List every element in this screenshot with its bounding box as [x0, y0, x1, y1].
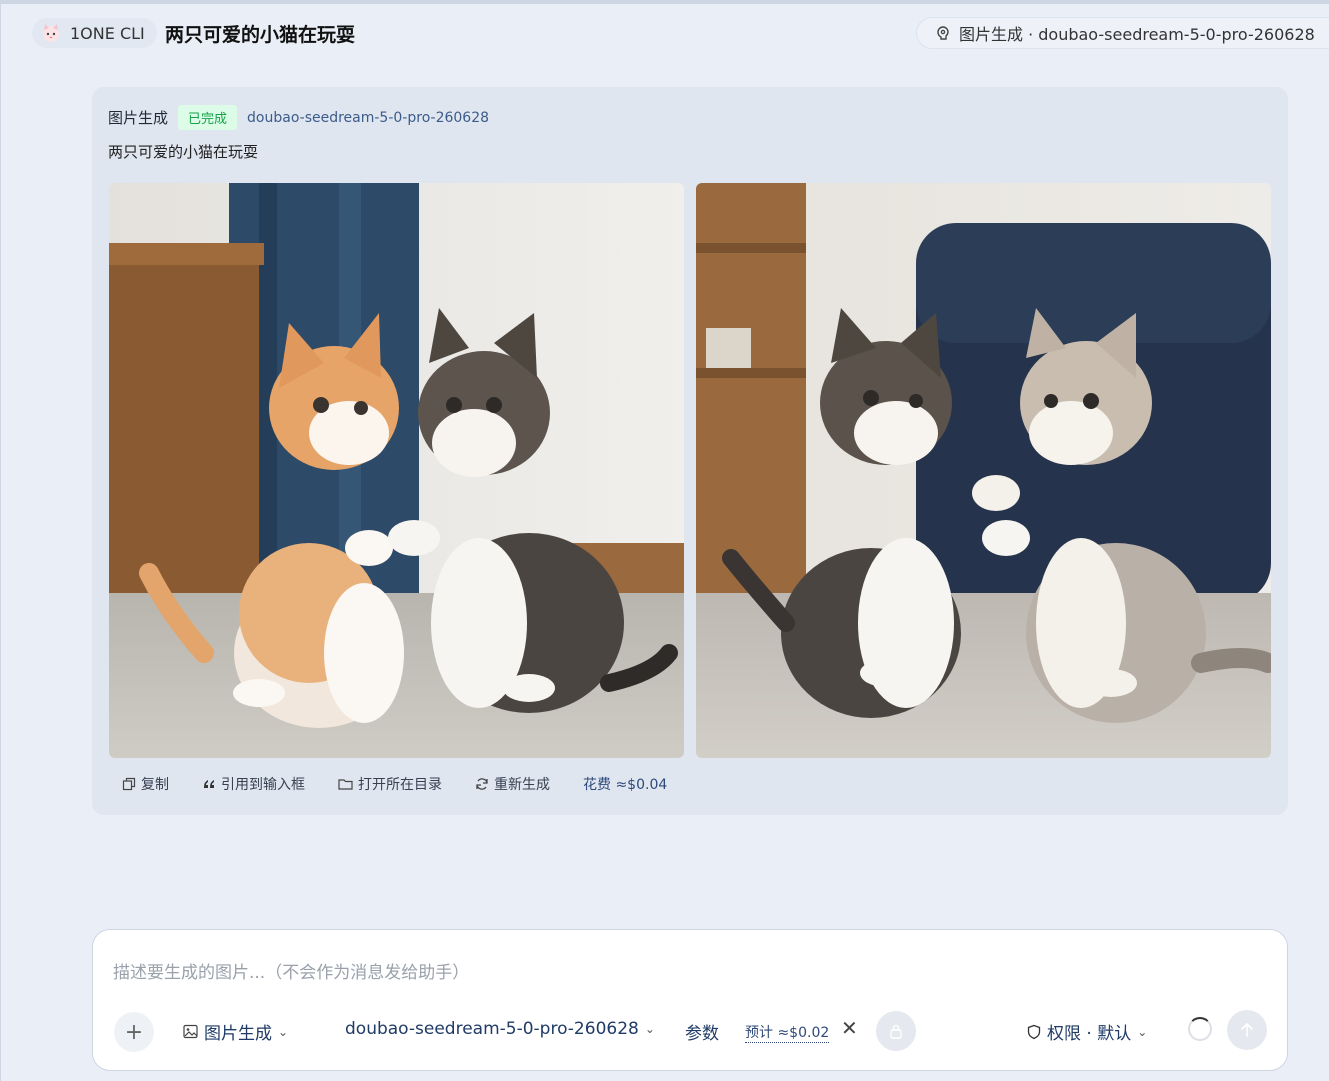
quote-to-input-button[interactable]: 引用到输入框	[202, 774, 305, 794]
open-directory-label: 打开所在目录	[358, 777, 442, 793]
mode-model-selector[interactable]: 图片生成 · doubao-seedream-5-0-pro-260628	[916, 17, 1329, 49]
model-label: doubao-seedream-5-0-pro-260628	[345, 1019, 639, 1039]
generation-type-label: 图片生成	[108, 109, 169, 127]
model-icon	[937, 26, 949, 40]
quote-label: 引用到输入框	[221, 777, 305, 793]
prompt-text: 两只可爱的小猫在玩耍	[108, 143, 259, 161]
lock-button[interactable]	[876, 1011, 916, 1051]
window-top-border	[0, 0, 1329, 4]
cost-label: 花费 ≈$0.04	[583, 777, 668, 793]
prompt-composer[interactable]: 描述要生成的图片...（不会作为消息发给助手） + 图片生成 ⌄ doubao-…	[92, 929, 1288, 1071]
chevron-down-icon: ⌄	[644, 1022, 655, 1036]
mode-label: 图片生成	[204, 1024, 272, 1044]
generated-image-1[interactable]	[109, 183, 684, 758]
generated-image-2[interactable]	[696, 183, 1271, 758]
mode-selector[interactable]: 图片生成 ⌄	[183, 1019, 288, 1044]
permission-label: 权限 · 默认	[1047, 1024, 1132, 1044]
prompt-input[interactable]: 描述要生成的图片...（不会作为消息发给助手）	[113, 958, 469, 983]
clear-estimate-button[interactable]: ✕	[841, 1016, 858, 1040]
permission-selector[interactable]: 权限 · 默认 ⌄	[1027, 1019, 1147, 1044]
regenerate-label: 重新生成	[494, 777, 550, 793]
cat-logo-icon	[43, 24, 59, 42]
chevron-down-icon: ⌄	[1137, 1024, 1148, 1039]
shield-icon	[1027, 1024, 1041, 1039]
add-attachment-button[interactable]: +	[114, 1012, 154, 1052]
send-icon	[1241, 1022, 1253, 1037]
open-directory-button[interactable]: 打开所在目录	[338, 774, 442, 794]
image-icon	[183, 1024, 198, 1039]
refresh-icon	[476, 778, 488, 790]
app-badge[interactable]: 1ONE CLI	[32, 18, 157, 48]
chevron-down-icon: ⌄	[278, 1024, 289, 1039]
regenerate-button[interactable]: 重新生成	[475, 774, 550, 794]
status-badge: 已完成	[178, 105, 238, 130]
spinner-icon	[1188, 1017, 1212, 1041]
copy-icon	[122, 777, 136, 791]
app-name: 1ONE CLI	[70, 23, 145, 43]
model-selector[interactable]: doubao-seedream-5-0-pro-260628 ⌄	[345, 1019, 655, 1039]
result-actions: 复制 引用到输入框 打开所在目录 重新生成 花费 ≈$0.04	[122, 774, 667, 794]
copy-button[interactable]: 复制	[122, 774, 169, 794]
send-button[interactable]	[1227, 1010, 1267, 1050]
folder-icon	[338, 779, 353, 790]
lock-icon	[890, 1024, 902, 1039]
mode-model-label: 图片生成 · doubao-seedream-5-0-pro-260628	[959, 25, 1315, 44]
params-button[interactable]: 参数	[685, 1019, 719, 1044]
window-left-border	[0, 0, 1, 1081]
quote-icon	[204, 780, 214, 788]
card-header: 图片生成 已完成 doubao-seedream-5-0-pro-260628	[108, 105, 489, 130]
copy-label: 复制	[141, 777, 169, 793]
cost-estimate: 预计 ≈$0.02	[745, 1022, 830, 1043]
model-name: doubao-seedream-5-0-pro-260628	[247, 109, 490, 126]
generation-result-card: 图片生成 已完成 doubao-seedream-5-0-pro-260628 …	[92, 87, 1288, 815]
conversation-title: 两只可爱的小猫在玩耍	[165, 24, 356, 46]
